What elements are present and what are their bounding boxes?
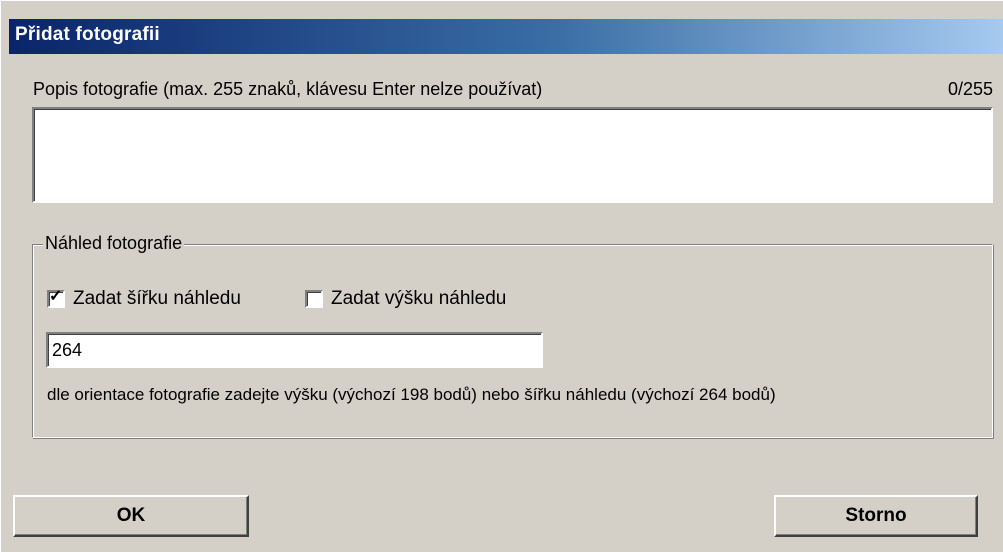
description-textarea[interactable]: [32, 107, 993, 203]
preview-legend: Náhled fotografie: [43, 233, 185, 254]
height-checkbox[interactable]: [305, 290, 323, 308]
width-checkbox[interactable]: ✓: [47, 288, 65, 308]
checkmark-icon: ✓: [49, 288, 63, 305]
character-counter: 0/255: [947, 79, 993, 99]
width-checkbox-label[interactable]: Zadat šířku náhledu: [73, 288, 241, 310]
ok-button[interactable]: OK: [13, 495, 249, 537]
preview-size-input[interactable]: [46, 332, 543, 368]
add-photo-dialog: Přidat fotografii Popis fotografie (max.…: [0, 0, 1003, 552]
cancel-button[interactable]: Storno: [774, 495, 978, 537]
title-bar[interactable]: Přidat fotografii: [9, 19, 1003, 54]
window-title: Přidat fotografii: [15, 24, 160, 45]
height-checkbox-label[interactable]: Zadat výšku náhledu: [331, 288, 506, 310]
height-checkbox-row[interactable]: Zadat výšku náhledu: [305, 288, 506, 310]
description-label: Popis fotografie (max. 255 znaků, kláves…: [33, 79, 543, 99]
preview-groupbox: Náhled fotografie ✓ Zadat šířku náhledu …: [32, 233, 993, 438]
preview-hint-text: dle orientace fotografie zadejte výšku (…: [47, 385, 776, 404]
width-checkbox-row[interactable]: ✓ Zadat šířku náhledu: [47, 288, 241, 310]
